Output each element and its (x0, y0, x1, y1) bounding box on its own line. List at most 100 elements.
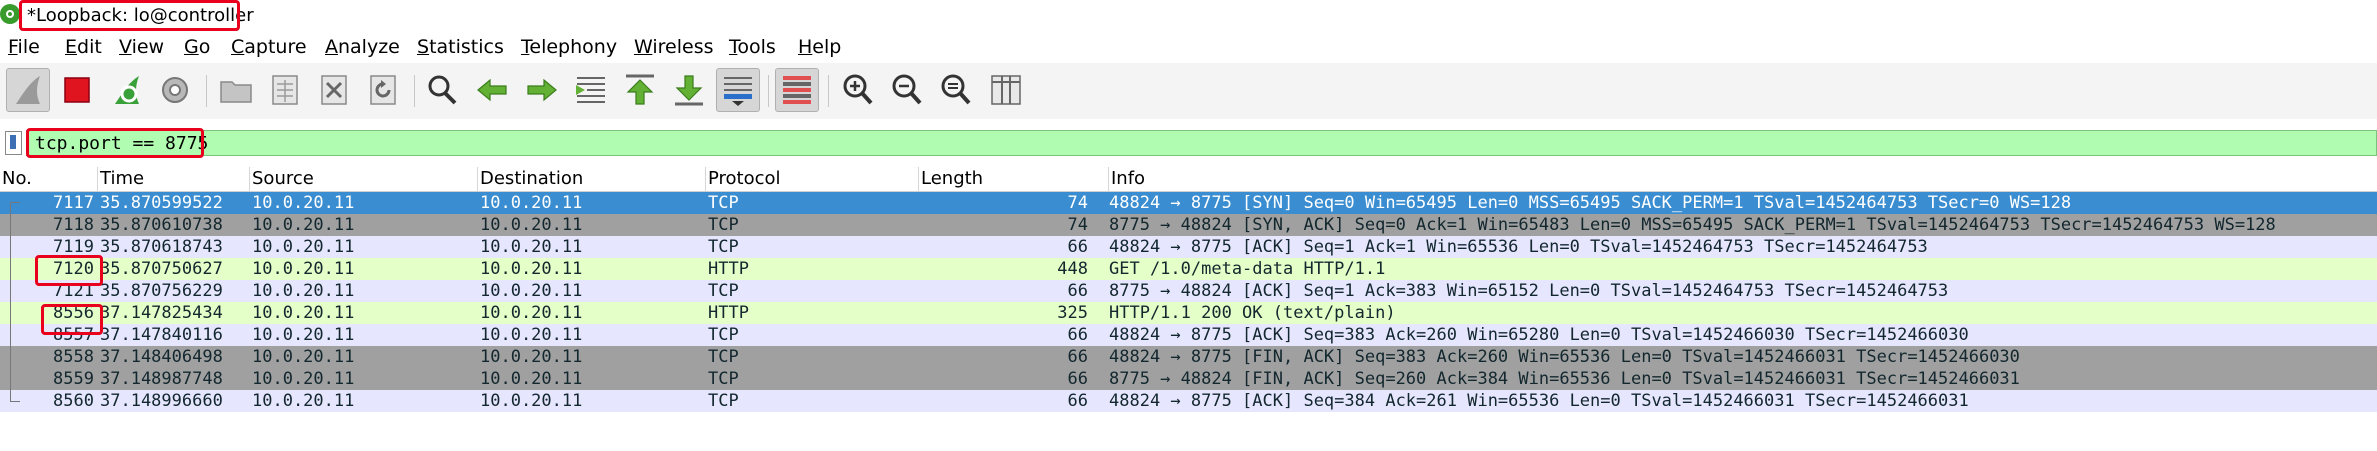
toolbar-separator (828, 75, 829, 107)
menu-mnemonic: V (119, 36, 132, 58)
resize-columns-button[interactable] (984, 68, 1028, 112)
cell-length: 448 (1057, 259, 1088, 279)
auto-scroll-button[interactable] (716, 68, 760, 112)
cell-time: 37.147825434 (100, 303, 223, 323)
cell-time: 35.870618743 (100, 237, 223, 257)
table-row[interactable]: 7119 35.870618743 10.0.20.11 10.0.20.11 TCP 6… (0, 236, 2377, 258)
menu-label-rest: elp (812, 36, 842, 58)
cell-info: 8775 → 48824 [FIN, ACK] Seq=260 Ack=384 … (1109, 369, 2020, 389)
menu-mnemonic: S (417, 36, 430, 58)
menu-help[interactable]: Help (798, 33, 841, 61)
menu-telephony[interactable]: Telephony (521, 33, 617, 61)
close-file-button[interactable] (312, 68, 356, 112)
column-header-length[interactable]: Length (919, 167, 1109, 191)
column-header-protocol[interactable]: Protocol (706, 167, 919, 191)
menu-go[interactable]: Go (184, 33, 210, 61)
cell-length: 66 (1067, 281, 1088, 301)
menu-tools[interactable]: Tools (729, 33, 776, 61)
toolbar-separator (414, 75, 415, 107)
cell-source: 10.0.20.11 (252, 193, 355, 213)
table-row[interactable]: 8556 37.147825434 10.0.20.11 10.0.20.11 HTTP… (0, 302, 2377, 324)
menu-label-rest: iew (131, 36, 165, 58)
close-file-icon (321, 75, 347, 105)
column-header-no[interactable]: No. (0, 167, 98, 191)
menu-bar: File Edit View Go Capture Analyze Statis… (0, 33, 2377, 61)
menu-mnemonic: F (8, 36, 18, 58)
cell-protocol: TCP (708, 325, 739, 345)
table-row[interactable]: 8557 37.147840116 10.0.20.11 10.0.20.11 TCP 6… (0, 324, 2377, 346)
menu-capture[interactable]: Capture (231, 33, 307, 61)
table-row[interactable]: 7118 35.870610738 10.0.20.11 10.0.20.11 TCP 7… (0, 214, 2377, 236)
open-file-button[interactable] (214, 68, 258, 112)
gear-icon (162, 77, 188, 103)
stop-icon (64, 77, 90, 103)
cell-protocol: TCP (708, 391, 739, 411)
cell-source: 10.0.20.11 (252, 325, 355, 345)
menu-label-rest: elephony (529, 36, 618, 58)
restart-capture-button[interactable] (105, 68, 149, 112)
menu-mnemonic: C (231, 36, 245, 58)
arrow-right-icon (527, 78, 557, 102)
go-forward-button[interactable] (520, 68, 564, 112)
table-row[interactable]: 7121 35.870756229 10.0.20.11 10.0.20.11 TCP 6… (0, 280, 2377, 302)
main-toolbar (0, 63, 2377, 119)
stop-capture-button[interactable] (55, 68, 99, 112)
cell-source: 10.0.20.11 (252, 347, 355, 367)
column-header-info[interactable]: Info (1109, 167, 2377, 191)
cell-info: GET /1.0/meta-data HTTP/1.1 (1109, 259, 1386, 279)
display-filter-bar (0, 128, 2377, 158)
cell-info: HTTP/1.1 200 OK (text/plain) (1109, 303, 1396, 323)
cell-destination: 10.0.20.11 (480, 391, 583, 411)
menu-mnemonic: W (634, 36, 653, 58)
zoom-out-button[interactable] (885, 68, 929, 112)
cell-info: 48824 → 8775 [ACK] Seq=1 Ack=1 Win=65536… (1109, 237, 1928, 257)
menu-edit[interactable]: Edit (65, 33, 102, 61)
start-capture-button[interactable] (6, 68, 50, 112)
cell-protocol: HTTP (708, 303, 749, 323)
display-filter-input[interactable] (26, 130, 2377, 156)
go-to-last-packet-button[interactable] (667, 68, 711, 112)
cell-protocol: TCP (708, 347, 739, 367)
go-to-first-packet-button[interactable] (618, 68, 662, 112)
table-row[interactable]: 8558 37.148406498 10.0.20.11 10.0.20.11 TCP 6… (0, 346, 2377, 368)
menu-label-rest: ools (737, 36, 776, 58)
menu-file[interactable]: File (8, 33, 40, 61)
cell-info: 8775 → 48824 [SYN, ACK] Seq=0 Ack=1 Win=… (1109, 215, 2276, 235)
toolbar-separator (768, 75, 769, 107)
save-file-button[interactable] (263, 68, 307, 112)
cell-length: 66 (1067, 391, 1088, 411)
cell-no: 8556 (53, 303, 94, 323)
find-packet-button[interactable] (420, 68, 464, 112)
wireshark-logo-icon (0, 4, 20, 24)
colorize-button[interactable] (775, 68, 819, 112)
table-row[interactable]: 7120 35.870750627 10.0.20.11 10.0.20.11 HTTP… (0, 258, 2377, 280)
menu-statistics[interactable]: Statistics (417, 33, 504, 61)
table-row[interactable]: 8559 37.148987748 10.0.20.11 10.0.20.11 TCP 6… (0, 368, 2377, 390)
cell-time: 35.870610738 (100, 215, 223, 235)
arrow-left-icon (477, 78, 507, 102)
menu-analyze[interactable]: Analyze (325, 33, 400, 61)
zoom-out-icon (892, 74, 922, 105)
go-back-button[interactable] (470, 68, 514, 112)
normal-size-button[interactable] (934, 68, 978, 112)
reload-file-button[interactable] (361, 68, 405, 112)
table-row[interactable]: 8560 37.148996660 10.0.20.11 10.0.20.11 TCP 6… (0, 390, 2377, 412)
table-row[interactable]: 7117 35.870599522 10.0.20.11 10.0.20.11 TCP 7… (0, 192, 2377, 214)
column-header-time[interactable]: Time (98, 167, 250, 191)
cell-info: 48824 → 8775 [ACK] Seq=383 Ack=260 Win=6… (1109, 325, 1969, 345)
menu-label-rest: ile (17, 36, 40, 58)
bookmark-icon[interactable] (5, 131, 22, 155)
menu-mnemonic: E (65, 36, 78, 58)
cell-info: 48824 → 8775 [FIN, ACK] Seq=383 Ack=260 … (1109, 347, 2020, 367)
zoom-in-button[interactable] (836, 68, 880, 112)
first-packet-icon (626, 74, 654, 105)
cell-length: 66 (1067, 347, 1088, 367)
cell-protocol: TCP (708, 281, 739, 301)
menu-view[interactable]: View (119, 33, 164, 61)
go-to-packet-button[interactable] (569, 68, 613, 112)
column-header-destination[interactable]: Destination (478, 167, 706, 191)
capture-options-button[interactable] (153, 68, 197, 112)
zoom-in-icon (843, 74, 873, 105)
column-header-source[interactable]: Source (250, 167, 478, 191)
menu-wireless[interactable]: Wireless (634, 33, 714, 61)
